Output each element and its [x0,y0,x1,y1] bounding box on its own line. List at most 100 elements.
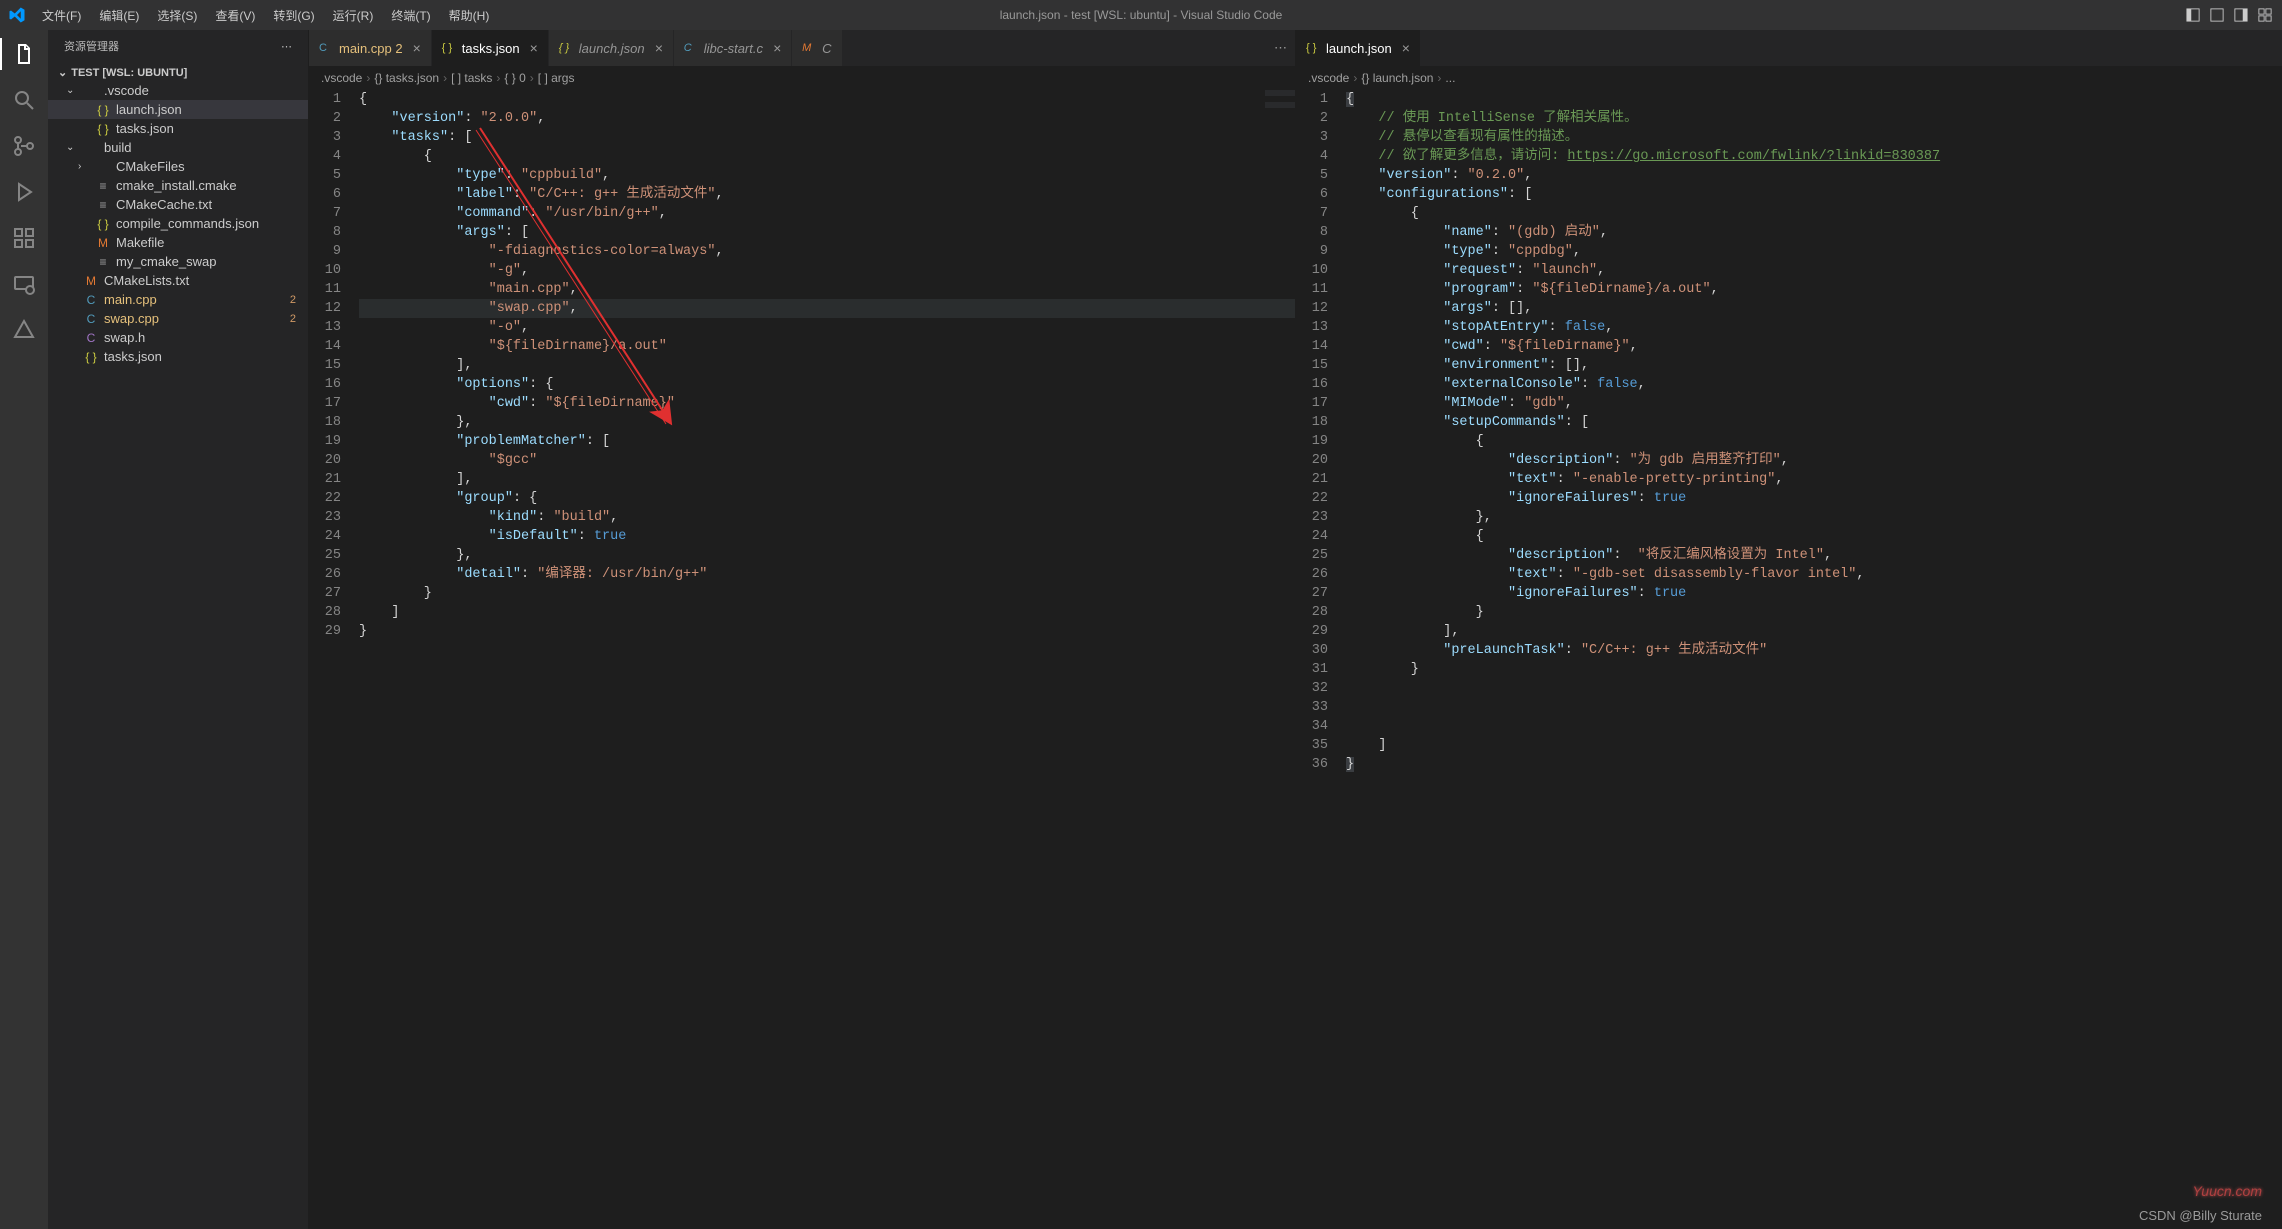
watermark-author: CSDN @Billy Sturate [2139,1208,2262,1223]
menu-item[interactable]: 终端(T) [383,3,438,28]
tab-label: tasks.json [462,41,520,56]
editor-area: Cmain.cpp 2 × { } tasks.json × { } launch.json… [308,30,2282,1229]
menu-item[interactable]: 编辑(E) [91,3,147,28]
tree-item-label: CMakeLists.txt [104,273,189,288]
tree-file[interactable]: MMakefile [48,233,308,252]
code-editor[interactable]: 1234567891011121314151617181920212223242… [1296,90,2282,1229]
tab[interactable]: { } launch.json × [1296,30,1421,66]
line-gutter: 1234567891011121314151617181920212223242… [1296,90,1346,1229]
tree-file[interactable]: Cmain.cpp2 [48,290,308,309]
cmake-icon[interactable] [8,314,40,346]
menu-bar: 文件(F)编辑(E)选择(S)查看(V)转到(G)运行(R)终端(T)帮助(H) [34,3,497,28]
breadcrumb[interactable]: .vscode › {} launch.json › ... [1296,66,2282,90]
layout-bottom-icon[interactable] [2208,6,2226,24]
breadcrumb-item[interactable]: {} tasks.json [374,71,439,85]
menu-item[interactable]: 文件(F) [34,3,89,28]
customize-layout-icon[interactable] [2256,6,2274,24]
tree-folder[interactable]: ⌄.vscode [48,81,308,100]
more-actions-icon[interactable]: ⋯ [281,40,292,53]
tab[interactable]: { } tasks.json × [432,30,549,66]
tree-item-label: tasks.json [116,121,174,136]
activity-bar [0,30,48,1229]
txt-icon: ≡ [95,255,111,269]
tab-label: C [822,41,831,56]
tree-file[interactable]: { }compile_commands.json [48,214,308,233]
layout-right-icon[interactable] [2232,6,2250,24]
sidebar-header: 资源管理器 ⋯ [48,30,308,62]
tree-folder[interactable]: ›CMakeFiles [48,157,308,176]
tree-file[interactable]: ≡ CMakeCache.txt [48,195,308,214]
tree-item-label: swap.h [104,330,145,345]
more-tabs-icon[interactable]: ⋯ [1274,40,1287,56]
close-icon[interactable]: × [413,40,421,56]
json-icon: { } [1306,42,1320,54]
tab[interactable]: Cmain.cpp 2× [309,30,432,66]
menu-item[interactable]: 转到(G) [265,3,322,28]
breadcrumb-item[interactable]: { } 0 [504,71,525,85]
tree-file[interactable]: { }tasks.json [48,119,308,138]
layout-left-icon[interactable] [2184,6,2202,24]
tree-item-label: CMakeFiles [116,159,185,174]
tree-file[interactable]: { }tasks.json [48,347,308,366]
folder-section-header[interactable]: ⌄ TEST [WSL: UBUNTU] [48,64,308,81]
source-control-icon[interactable] [8,130,40,162]
problem-badge: 2 [290,294,296,306]
tree-file[interactable]: MCMakeLists.txt [48,271,308,290]
tab-label: launch.json [1326,41,1392,56]
tree-item-label: launch.json [116,102,182,117]
code-content[interactable]: { // 使用 IntelliSense 了解相关属性。 // 悬停以查看现有属… [1346,90,2282,1229]
chevron-icon: ⌄ [66,85,78,96]
tree-item-label: compile_commands.json [116,216,259,231]
txt-icon: ≡ [95,198,111,212]
breadcrumb-item[interactable]: ... [1445,71,1455,85]
run-debug-icon[interactable] [8,176,40,208]
tree-item-label: main.cpp [104,292,157,307]
tree-item-label: Makefile [116,235,164,250]
breadcrumb-item[interactable]: .vscode [321,71,362,85]
breadcrumb-item[interactable]: [ ] args [538,71,575,85]
tab-bar: { } launch.json × [1296,30,2282,66]
close-icon[interactable]: × [1402,40,1410,56]
search-icon[interactable] [8,84,40,116]
tree-file[interactable]: ≡ my_cmake_swap [48,252,308,271]
file-tree: ⌄.vscode{ }launch.json{ }tasks.json⌄buil… [48,81,308,366]
json-icon: { } [442,42,456,54]
close-icon[interactable]: × [655,40,663,56]
cpp-icon: C [83,312,99,326]
sidebar: 资源管理器 ⋯ ⌄ TEST [WSL: UBUNTU] ⌄.vscode{ }… [48,30,308,1229]
problem-badge: 2 [290,313,296,325]
breadcrumb-item[interactable]: {} launch.json [1361,71,1433,85]
code-editor[interactable]: 1234567891011121314151617181920212223242… [309,90,1295,1229]
tree-item-label: my_cmake_swap [116,254,216,269]
code-content[interactable]: { "version": "2.0.0", "tasks": [ { "type… [359,90,1295,1229]
close-icon[interactable]: × [773,40,781,56]
tree-file[interactable]: Cswap.cpp2 [48,309,308,328]
tab-label: main.cpp 2 [339,41,403,56]
tree-file[interactable]: { }launch.json [48,100,308,119]
tree-item-label: CMakeCache.txt [116,197,212,212]
tab[interactable]: MC [792,30,842,66]
menu-item[interactable]: 选择(S) [149,3,205,28]
menu-item[interactable]: 运行(R) [325,3,382,28]
remote-explorer-icon[interactable] [8,268,40,300]
tab[interactable]: { }launch.json× [549,30,674,66]
extensions-icon[interactable] [8,222,40,254]
chevron-down-icon: ⌄ [58,66,67,79]
json-icon: { } [83,350,99,364]
tree-folder[interactable]: ⌄build [48,138,308,157]
tree-file[interactable]: ≡cmake_install.cmake [48,176,308,195]
close-icon[interactable]: × [530,40,538,56]
menu-item[interactable]: 帮助(H) [441,3,498,28]
tab-bar: Cmain.cpp 2×{ }tasks.json×{ }launch.json… [309,30,1295,66]
tree-file[interactable]: Cswap.h [48,328,308,347]
menu-item[interactable]: 查看(V) [207,3,263,28]
breadcrumb[interactable]: .vscode › {} tasks.json › [ ] tasks › { … [309,66,1295,90]
tab-label: libc-start.c [704,41,763,56]
explorer-icon[interactable] [8,38,40,70]
line-gutter: 1234567891011121314151617181920212223242… [309,90,359,1229]
breadcrumb-item[interactable]: [ ] tasks [451,71,492,85]
tab[interactable]: Clibc-start.c× [674,30,792,66]
tab-label: launch.json [579,41,645,56]
watermark-site: Yuucn.com [2192,1183,2262,1199]
breadcrumb-item[interactable]: .vscode [1308,71,1349,85]
